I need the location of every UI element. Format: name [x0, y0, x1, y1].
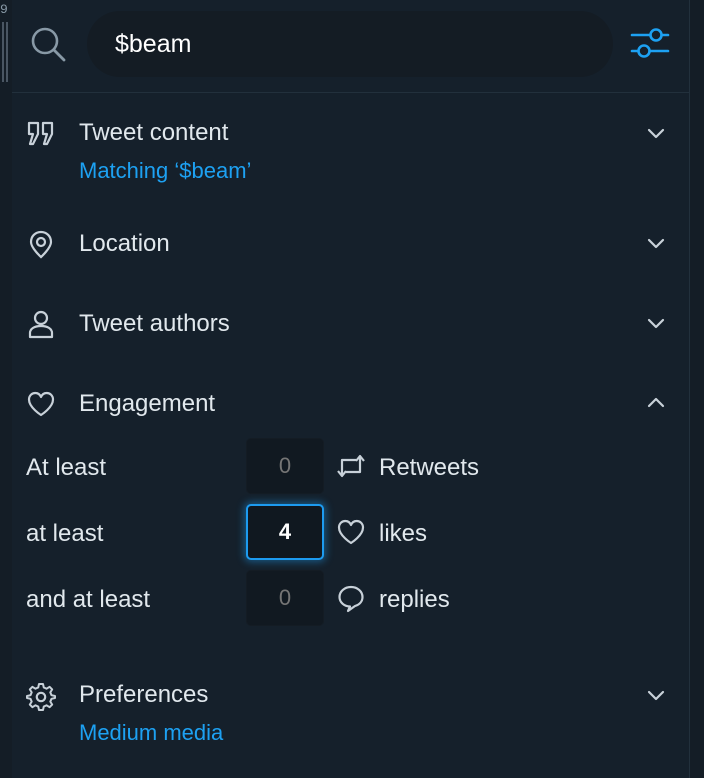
- section-engagement[interactable]: Engagement: [12, 372, 689, 436]
- section-subtitle: Matching ‘$beam’: [79, 158, 252, 183]
- gear-icon: [26, 683, 56, 711]
- search-box[interactable]: [87, 11, 613, 77]
- search-header: [12, 0, 689, 93]
- section-title: Engagement: [79, 390, 216, 417]
- location-pin-icon: [29, 230, 53, 259]
- heart-icon: [27, 391, 55, 417]
- section-title: Tweet authors: [79, 310, 230, 337]
- chevron-down-icon[interactable]: [646, 123, 666, 143]
- panel-edge: [689, 0, 704, 778]
- heart-icon: [337, 519, 365, 545]
- engagement-row-retweets: At least Retweets: [12, 438, 689, 494]
- quote-icon: [27, 121, 54, 146]
- section-preferences[interactable]: Preferences Medium media: [12, 654, 689, 764]
- chevron-up-icon[interactable]: [646, 393, 666, 413]
- engagement-label: At least: [26, 454, 107, 481]
- engagement-metric: Retweets: [379, 454, 480, 481]
- gutter-bar: [6, 22, 8, 82]
- engagement-label: at least: [26, 520, 104, 547]
- engagement-row-replies: and at least replies: [12, 570, 689, 626]
- person-icon: [28, 310, 54, 339]
- retweet-icon: [337, 454, 365, 478]
- search-icon[interactable]: [30, 26, 66, 62]
- section-subtitle: Medium media: [79, 720, 224, 745]
- engagement-row-likes: at least likes: [12, 504, 689, 560]
- section-title: Tweet content: [79, 119, 229, 146]
- gutter-bar: [2, 22, 4, 82]
- engagement-label: and at least: [26, 586, 151, 613]
- section-title: Location: [79, 230, 170, 257]
- min-retweets-input[interactable]: [246, 438, 324, 494]
- section-tweet-content[interactable]: Tweet content Matching ‘$beam’: [12, 92, 689, 202]
- engagement-metric: replies: [379, 586, 450, 613]
- search-input[interactable]: [113, 28, 587, 60]
- reply-icon: [338, 585, 364, 613]
- chevron-down-icon[interactable]: [646, 313, 666, 333]
- section-location[interactable]: Location: [12, 212, 689, 276]
- sliders-icon[interactable]: [629, 22, 671, 64]
- chevron-down-icon[interactable]: [646, 233, 666, 253]
- chevron-down-icon[interactable]: [646, 685, 666, 705]
- gutter-line-number: 9: [0, 2, 8, 17]
- min-likes-input[interactable]: [246, 504, 324, 560]
- min-replies-input[interactable]: [246, 570, 324, 626]
- section-tweet-authors[interactable]: Tweet authors: [12, 292, 689, 356]
- section-title: Preferences: [79, 681, 209, 708]
- engagement-metric: likes: [379, 520, 428, 547]
- editor-gutter: 9: [0, 0, 12, 778]
